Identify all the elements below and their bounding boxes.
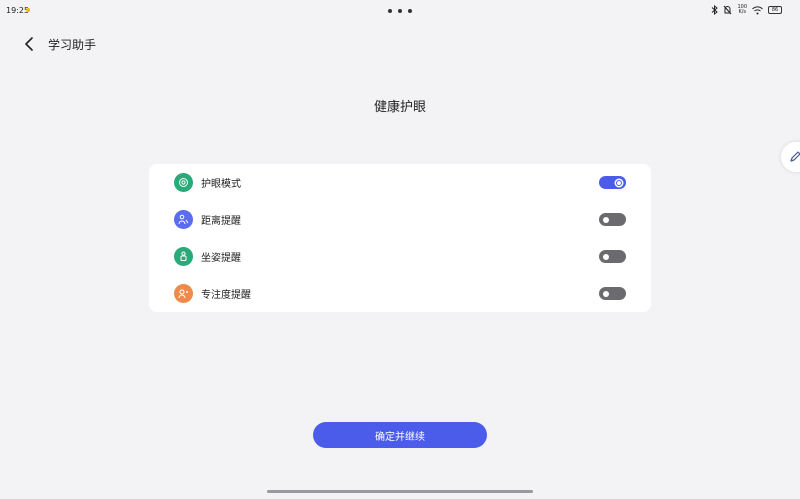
focus-icon <box>174 283 193 303</box>
setting-row-posture-reminder[interactable]: 坐姿提醒 <box>174 244 626 268</box>
header-title: 学习助手 <box>48 37 97 52</box>
status-bar: 19:25 100 K/s 86 <box>0 0 800 22</box>
battery-icon: 86 <box>768 6 782 14</box>
distance-reminder-toggle[interactable] <box>599 213 626 226</box>
home-indicator[interactable] <box>267 490 533 493</box>
network-speed: 100 K/s <box>737 4 747 15</box>
page-title: 健康护眼 <box>373 100 426 115</box>
floating-pen-button[interactable] <box>781 142 800 172</box>
distance-person-icon <box>174 209 193 229</box>
do-not-disturb-icon <box>724 5 732 15</box>
setting-row-eye-mode[interactable]: 护眼模式 <box>174 170 626 194</box>
bluetooth-icon <box>712 5 719 15</box>
status-indicators: 100 K/s 86 <box>711 5 782 15</box>
setting-label: 护眼模式 <box>201 178 241 190</box>
posture-reminder-toggle[interactable] <box>599 250 626 263</box>
posture-icon <box>174 246 193 266</box>
weather-sun-icon <box>26 8 30 12</box>
eye-mode-toggle[interactable] <box>599 176 626 189</box>
wifi-icon <box>752 5 763 14</box>
back-arrow-icon[interactable] <box>18 33 40 55</box>
multitask-dots-icon[interactable] <box>388 9 412 13</box>
confirm-continue-button[interactable]: 确定并继续 <box>313 422 487 448</box>
setting-label: 坐姿提醒 <box>201 252 241 264</box>
setting-label: 专注度提醒 <box>201 289 251 301</box>
setting-row-focus-reminder[interactable]: 专注度提醒 <box>174 281 626 305</box>
app-header: 学习助手 <box>18 32 96 56</box>
eye-care-settings-card: 护眼模式 距离提醒 坐姿提醒 专注度提醒 <box>149 164 651 312</box>
focus-reminder-toggle[interactable] <box>599 287 626 300</box>
pen-icon <box>790 151 800 162</box>
eye-icon <box>174 172 193 192</box>
setting-row-distance-reminder[interactable]: 距离提醒 <box>174 207 626 231</box>
setting-label: 距离提醒 <box>201 215 241 227</box>
